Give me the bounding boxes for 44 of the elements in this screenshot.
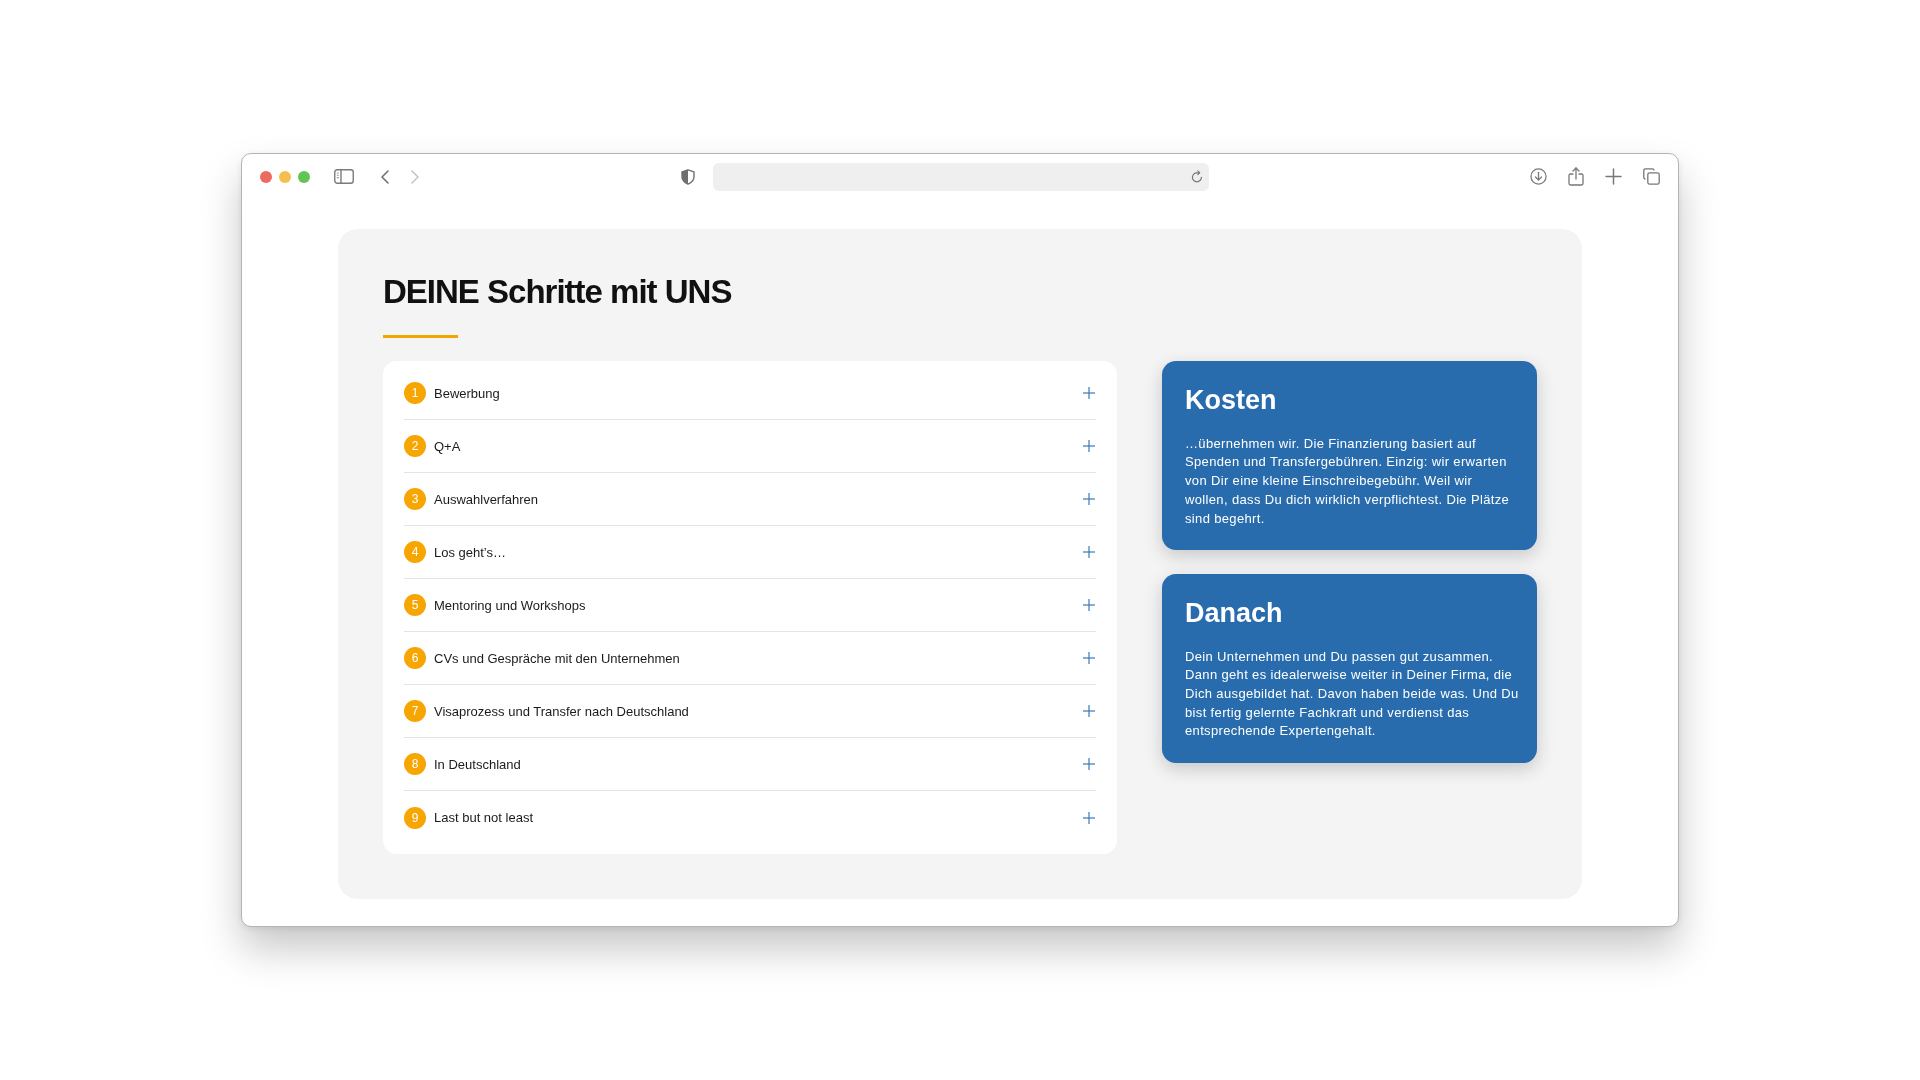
close-button[interactable] (260, 170, 272, 183)
step-number: 9 (404, 806, 426, 829)
plus-icon[interactable] (1605, 168, 1622, 186)
step-title[interactable]: Los geht’s… (434, 544, 1083, 560)
step-number: 6 (404, 647, 426, 670)
section-title: DEINE Schritte mit UNS (383, 271, 733, 312)
step-title[interactable]: Auswahlverfahren (434, 491, 1083, 507)
step-title[interactable]: In Deutschland (434, 756, 1083, 772)
card-text: …übernehmen wir. Die Finanzierung basiert auf Spenden und Transfergebühren. Einzig: wir erwarten von Dir eine kleine Einschreibegebühr. Weil wir wollen, dass Du dich wirklich verpflichtest. Die Plätze sind begehrt. (1185, 434, 1511, 528)
reload-icon[interactable] (1191, 170, 1203, 184)
step-number: 7 (404, 700, 426, 723)
plus-icon[interactable] (1083, 599, 1095, 612)
plus-icon[interactable] (1083, 652, 1095, 665)
step-number: 4 (404, 541, 426, 564)
plus-icon[interactable] (1083, 758, 1095, 771)
step-number: 1 (404, 382, 426, 405)
zoom-button[interactable] (298, 170, 310, 183)
card-title: Kosten (1185, 384, 1278, 417)
card-title: Danach (1185, 597, 1284, 630)
sidebar-icon[interactable] (334, 169, 354, 185)
step-number: 8 (404, 753, 426, 776)
step-title[interactable]: Mentoring und Workshops (434, 597, 1083, 613)
download-icon[interactable] (1530, 168, 1547, 186)
back-icon[interactable] (381, 169, 389, 184)
plus-icon[interactable] (1083, 387, 1095, 400)
step-title[interactable]: CVs und Gespräche mit den Unternehmen (434, 650, 1083, 666)
step-title[interactable]: Q+A (434, 438, 1083, 454)
minimize-button[interactable] (279, 170, 291, 183)
card-text: Dein Unternehmen und Du passen gut zusammen. Dann geht es idealerweise weiter in Deiner Firma, die Dich ausgebildet hat. Davon haben beide was. Und Du bist fertig gelernte Fachkraft und verdienst das entsprechende Expertengehalt. (1185, 647, 1519, 741)
plus-icon[interactable] (1083, 546, 1095, 559)
step-number: 3 (404, 488, 426, 511)
plus-icon[interactable] (1083, 493, 1095, 506)
plus-icon[interactable] (1083, 705, 1095, 718)
tabs-icon[interactable] (1643, 168, 1660, 186)
address-field[interactable] (713, 162, 1209, 191)
plus-icon[interactable] (1083, 440, 1095, 453)
step-title[interactable]: Last but not least (434, 810, 1083, 826)
share-icon[interactable] (1568, 167, 1584, 187)
step-title[interactable]: Visaprozess und Transfer nach Deutschland (434, 703, 1083, 719)
shield-icon[interactable] (681, 168, 695, 185)
plus-icon[interactable] (1083, 811, 1095, 824)
step-title[interactable]: Bewerbung (434, 385, 1083, 401)
step-number: 5 (404, 594, 426, 617)
step-number: 2 (404, 435, 426, 458)
